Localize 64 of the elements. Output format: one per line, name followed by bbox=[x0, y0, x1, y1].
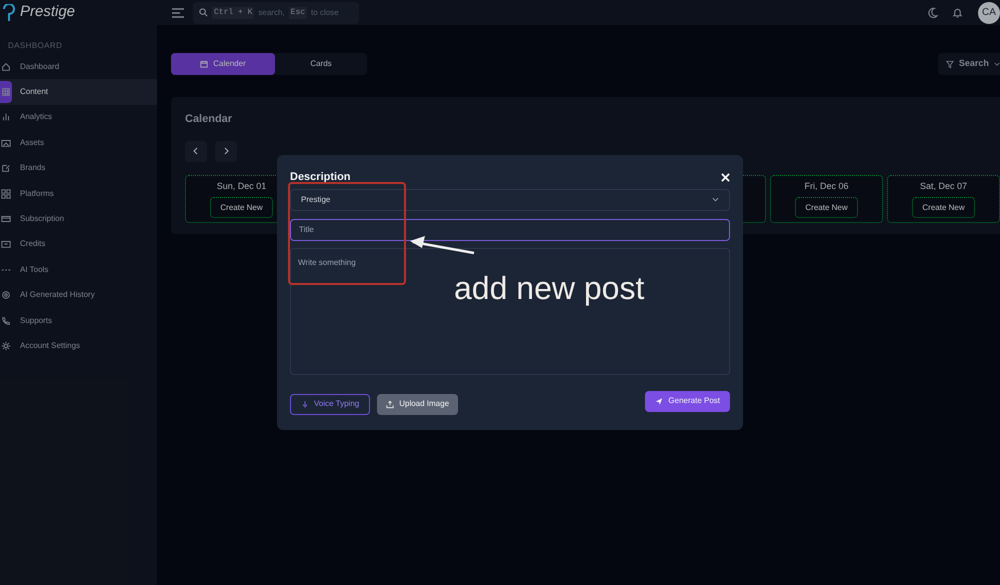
sidebar-item[interactable]: AI Generated History bbox=[0, 282, 157, 308]
modal-title: Description bbox=[290, 170, 351, 185]
bar-chart-icon bbox=[1, 112, 11, 122]
chevron-left-icon bbox=[193, 147, 199, 155]
settings-icon bbox=[1, 340, 11, 351]
view-tab[interactable]: Calender bbox=[171, 53, 275, 75]
sidebar-item[interactable]: Subscription bbox=[0, 206, 157, 232]
card-icon bbox=[1, 214, 11, 224]
sidebar-item[interactable]: Supports bbox=[0, 308, 157, 334]
day-date: Fri, Dec 06 bbox=[804, 180, 848, 192]
menu-icon[interactable] bbox=[171, 6, 185, 18]
search-hint: to close bbox=[311, 6, 339, 18]
select-value: Prestige bbox=[301, 194, 330, 206]
apps-icon bbox=[1, 188, 11, 199]
annotation-arrow bbox=[409, 234, 475, 256]
sidebar-item[interactable]: Analytics bbox=[0, 104, 157, 130]
sidebar-item[interactable]: Brands bbox=[0, 156, 157, 181]
brand-name: Prestige bbox=[20, 2, 76, 22]
next-button[interactable] bbox=[215, 140, 237, 162]
filter-icon bbox=[946, 60, 954, 68]
chevron-down-icon bbox=[712, 197, 719, 202]
bell-icon[interactable] bbox=[952, 6, 963, 18]
chevron-icon bbox=[994, 60, 1000, 68]
close-icon[interactable] bbox=[721, 172, 730, 182]
sidebar-item[interactable]: Assets bbox=[0, 130, 157, 156]
previous-button[interactable] bbox=[185, 140, 207, 162]
search-icon bbox=[199, 8, 208, 17]
grid-icon bbox=[1, 87, 11, 98]
sidebar-item[interactable]: Credits bbox=[0, 232, 157, 258]
shortcut-key: Esc bbox=[288, 6, 308, 18]
create-new-button[interactable]: Create New bbox=[912, 197, 975, 218]
create-new-button[interactable]: Create New bbox=[795, 197, 858, 218]
chevron-right-icon bbox=[223, 147, 229, 155]
image-icon bbox=[1, 138, 11, 148]
view-tab[interactable]: Cards bbox=[275, 53, 367, 75]
day-date: Sat, Dec 07 bbox=[920, 180, 968, 192]
sidebar-item[interactable]: Platforms bbox=[0, 180, 157, 206]
voice-typing-button[interactable]: Voice Typing bbox=[290, 394, 370, 414]
generate-button[interactable]: Generate Post bbox=[645, 390, 730, 412]
search-field[interactable]: Ctrl + K search, Esc to close bbox=[193, 2, 359, 24]
sidebar-item[interactable]: AI Tools bbox=[0, 257, 157, 283]
sidebar-item[interactable]: Dashboard bbox=[0, 54, 157, 80]
moon-icon[interactable] bbox=[927, 6, 938, 18]
send-icon bbox=[655, 396, 664, 406]
create-new-button[interactable]: Create New bbox=[210, 197, 273, 218]
upload-icon bbox=[386, 400, 394, 408]
phone-icon bbox=[1, 316, 11, 326]
calendar-title: Calendar bbox=[185, 112, 234, 127]
sidebar-item[interactable]: Content bbox=[0, 79, 157, 105]
edit-icon bbox=[1, 163, 11, 174]
shortcut-key: Ctrl + K bbox=[212, 6, 254, 18]
annotation-text: add new post bbox=[454, 269, 644, 308]
home-icon bbox=[1, 62, 11, 72]
section-heading: DASHBOARD bbox=[7, 40, 64, 52]
flower-icon bbox=[1, 290, 11, 300]
day-date: Sun, Dec 01 bbox=[216, 180, 266, 192]
upload-button[interactable]: Upload Image bbox=[377, 394, 458, 414]
avatar[interactable]: CA bbox=[978, 2, 1000, 24]
filter-button[interactable]: Search bbox=[938, 53, 1000, 75]
logo-icon bbox=[2, 4, 16, 22]
sidebar-item[interactable]: Account Settings bbox=[0, 333, 157, 359]
search-placeholder: search, bbox=[258, 6, 285, 18]
calendar-icon bbox=[200, 60, 208, 68]
wallet-icon bbox=[1, 239, 11, 250]
